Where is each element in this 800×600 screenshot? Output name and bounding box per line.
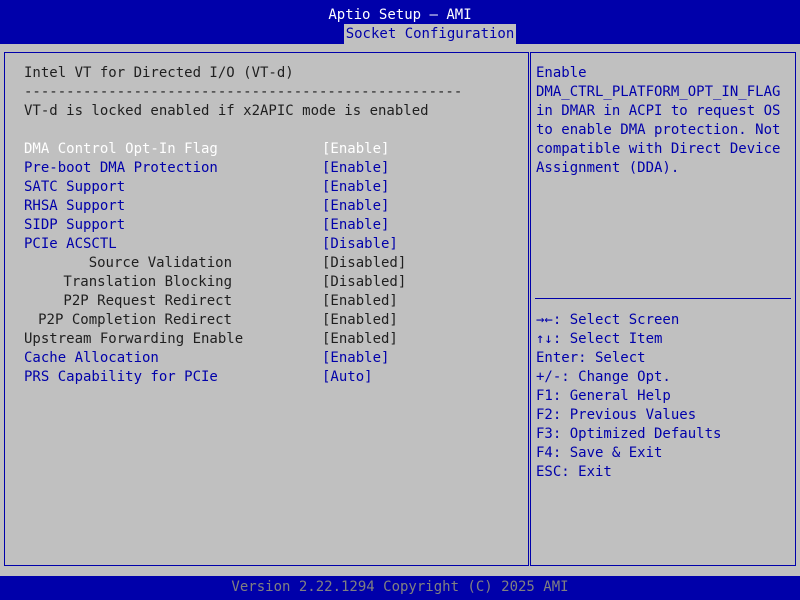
vtd-note: VT-d is locked enabled if x2APIC mode is… xyxy=(24,103,429,119)
setting-p2p-completion-redirect-label: P2P Completion Redirect xyxy=(38,312,232,328)
setting-sidp-support-label[interactable]: SIDP Support xyxy=(24,216,125,235)
app-title: Aptio Setup – AMI xyxy=(328,7,472,23)
setting-prs-capability-value[interactable]: [Auto] xyxy=(322,368,373,387)
help-line: Assignment (DDA). xyxy=(536,160,680,176)
help-line: compatible with Direct Device xyxy=(536,141,781,157)
setting-source-validation-label: Source Validation xyxy=(88,255,232,271)
key-help-change-opt: +/-: Change Opt. xyxy=(536,369,671,385)
setting-preboot-dma-protection-label[interactable]: Pre-boot DMA Protection xyxy=(24,159,218,178)
version-text: Version 2.22.1294 Copyright (C) 2025 AMI xyxy=(231,579,569,595)
setting-dma-control-opt-in-label[interactable]: DMA Control Opt-In Flag xyxy=(24,140,218,159)
key-help-esc-exit: ESC: Exit xyxy=(536,464,612,480)
setting-prs-capability-label[interactable]: PRS Capability for PCIe xyxy=(24,368,218,387)
setting-pcie-acsctl-label[interactable]: PCIe ACSCTL xyxy=(24,235,117,254)
setting-rhsa-support-label[interactable]: RHSA Support xyxy=(24,197,125,216)
help-separator xyxy=(535,298,791,299)
key-help-select-item: ↑↓: Select Item xyxy=(536,331,663,347)
setting-sidp-support-value[interactable]: [Enable] xyxy=(322,216,389,235)
setting-translation-blocking-label: Translation Blocking xyxy=(63,274,232,290)
key-help-optimized-defaults: F3: Optimized Defaults xyxy=(536,426,722,442)
setting-cache-allocation-label[interactable]: Cache Allocation xyxy=(24,349,159,368)
setting-satc-support-label[interactable]: SATC Support xyxy=(24,178,125,197)
setting-satc-support-value[interactable]: [Enable] xyxy=(322,178,389,197)
setting-cache-allocation-value[interactable]: [Enable] xyxy=(322,349,389,368)
setting-source-validation-value: [Disabled] xyxy=(322,255,407,271)
setting-preboot-dma-protection-value[interactable]: [Enable] xyxy=(322,159,389,178)
setting-p2p-completion-redirect-value: [Enabled] xyxy=(322,312,398,328)
key-help-general-help: F1: General Help xyxy=(536,388,671,404)
main-panel: Intel VT for Directed I/O (VT-d) -------… xyxy=(0,44,800,576)
tab-socket-configuration[interactable]: Socket Configuration xyxy=(344,24,516,44)
help-line: to enable DMA protection. Not xyxy=(536,122,781,138)
setting-p2p-request-redirect-value: [Enabled] xyxy=(322,293,398,309)
title-bar: Aptio Setup – AMI Socket Configuration xyxy=(0,0,800,44)
section-separator: ----------------------------------------… xyxy=(24,84,463,100)
key-help-select-screen: →←: Select Screen xyxy=(536,312,680,328)
help-line: Enable xyxy=(536,65,587,81)
setting-dma-control-opt-in-value[interactable]: [Enable] xyxy=(322,140,389,159)
help-line: DMA_CTRL_PLATFORM_OPT_IN_FLAG xyxy=(536,84,781,100)
footer-bar: Version 2.22.1294 Copyright (C) 2025 AMI xyxy=(0,576,800,600)
setting-pcie-acsctl-value[interactable]: [Disable] xyxy=(322,235,398,254)
section-title: Intel VT for Directed I/O (VT-d) xyxy=(24,65,294,81)
setting-translation-blocking-value: [Disabled] xyxy=(322,274,407,290)
key-help-enter-select: Enter: Select xyxy=(536,350,646,366)
key-help-save-exit: F4: Save & Exit xyxy=(536,445,663,461)
help-line: in DMAR in ACPI to request OS xyxy=(536,103,781,119)
setting-rhsa-support-value[interactable]: [Enable] xyxy=(322,197,389,216)
setting-upstream-forwarding-value: [Enabled] xyxy=(322,331,398,347)
key-help-previous-values: F2: Previous Values xyxy=(536,407,697,423)
setting-upstream-forwarding-label: Upstream Forwarding Enable xyxy=(24,331,244,347)
setting-p2p-request-redirect-label: P2P Request Redirect xyxy=(63,293,232,309)
